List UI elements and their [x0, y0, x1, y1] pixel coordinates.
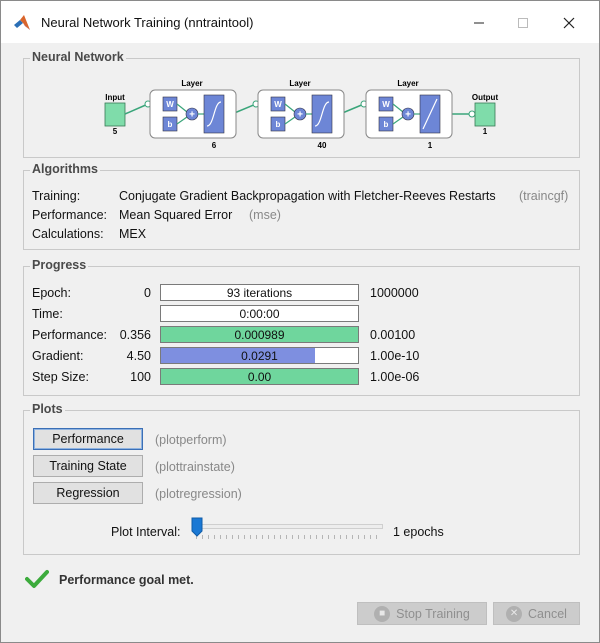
time-label: Time: [32, 307, 63, 321]
step-size-label: Step Size: [32, 370, 89, 384]
step-size-progress-bar: 0.00 [160, 368, 359, 385]
stop-icon: ■ [374, 605, 391, 622]
epoch-progress-bar: 93 iterations [160, 284, 359, 301]
training-label: Training: [32, 189, 81, 203]
gradient-bar-text: 0.0291 [241, 349, 278, 363]
epoch-label: Epoch: [32, 286, 71, 300]
plots-group-title: Plots [30, 402, 65, 416]
plot-interval-value: 1 epochs [393, 525, 444, 539]
epoch-end: 1000000 [370, 286, 419, 300]
plot-training-state-button[interactable]: Training State [33, 455, 143, 477]
minimize-icon [474, 22, 484, 24]
algorithms-group-title: Algorithms [30, 162, 100, 176]
layer-1-label: Layer [181, 79, 202, 88]
plot-interval-slider-track[interactable] [193, 524, 383, 529]
plot-regression-code: (plotregression) [155, 487, 242, 501]
input-label: Input [105, 93, 125, 102]
performance-value: Mean Squared Error [119, 208, 233, 222]
time-progress-bar: 0:00:00 [160, 305, 359, 322]
status-text: Performance goal met. [59, 573, 194, 587]
step-size-bar-text: 0.00 [247, 370, 272, 384]
minimize-button[interactable] [459, 9, 499, 37]
step-size-end: 1.00e-06 [370, 370, 420, 384]
layer-block-3: Layer W b + 1 [365, 79, 453, 150]
input-size: 5 [113, 127, 118, 136]
layer-2-bias-label: b [276, 120, 281, 129]
calculations-label: Calculations: [32, 227, 104, 241]
plot-performance-button[interactable]: Performance [33, 428, 143, 450]
gradient-label: Gradient: [32, 349, 84, 363]
input-block [104, 102, 126, 127]
plot-training-state-code: (plottrainstate) [155, 460, 235, 474]
layer-1-size: 6 [212, 141, 217, 150]
performance-bar-text: 0.000989 [234, 328, 285, 342]
svg-text:+: + [405, 110, 411, 121]
performance-code: (mse) [249, 208, 281, 222]
checkmark-path [25, 570, 49, 588]
gradient-end: 1.00e-10 [370, 349, 420, 363]
maximize-icon [518, 18, 528, 28]
layer-block-2: Layer W b + 40 [257, 79, 345, 150]
output-block [474, 102, 496, 127]
progress-group-title: Progress [30, 258, 89, 272]
close-button[interactable] [549, 9, 589, 37]
layer-2-size: 40 [318, 141, 327, 150]
performance-start: 0.356 [119, 328, 151, 342]
layer-2-label: Layer [289, 79, 310, 88]
gradient-progress-bar: 0.0291 [160, 347, 359, 364]
layer-2-weight-label: W [274, 100, 282, 109]
epoch-bar-text: 93 iterations [226, 286, 293, 300]
time-bar-text: 0:00:00 [239, 307, 280, 321]
layer-1-weight-label: W [166, 100, 174, 109]
layer-3-bias-label: b [384, 120, 389, 129]
performance-label: Performance: [32, 208, 108, 222]
performance-end: 0.00100 [370, 328, 416, 342]
plot-performance-code: (plotperform) [155, 433, 227, 447]
plot-interval-label: Plot Interval: [111, 525, 181, 539]
output-label: Output [472, 93, 499, 102]
layer-block-1: Layer W b + 6 [149, 79, 237, 150]
neural-network-group: Neural Network Input 5 Layer W b + 6 Lay… [23, 50, 580, 158]
svg-text:+: + [189, 110, 195, 121]
matlab-logo-icon [14, 15, 30, 30]
layer-1-bias-label: b [168, 120, 173, 129]
svg-text:+: + [297, 110, 303, 121]
cancel-label: Cancel [528, 606, 567, 621]
stop-training-button[interactable]: ■ Stop Training [357, 602, 487, 625]
performance-progress-label: Performance: [32, 328, 108, 342]
gradient-start: 4.50 [126, 349, 151, 363]
calculations-value: MEX [119, 227, 147, 241]
cancel-icon: ✕ [506, 605, 523, 622]
title-bar: Neural Network Training (nntraintool) [1, 1, 599, 43]
checkmark-icon [25, 570, 49, 588]
network-diagram: Input 5 Layer W b + 6 Layer W b + 40 Lay… [104, 79, 499, 150]
nntraintool-window: Neural Network Training (nntraintool) Ne… [0, 0, 600, 643]
maximize-button[interactable] [503, 9, 543, 37]
step-size-start: 100 [130, 370, 151, 384]
output-size: 1 [483, 127, 488, 136]
layer-3-label: Layer [397, 79, 418, 88]
training-code: (traincgf) [519, 189, 569, 203]
cancel-button[interactable]: ✕ Cancel [493, 602, 580, 625]
plot-regression-button[interactable]: Regression [33, 482, 143, 504]
layer-3-size: 1 [428, 141, 433, 150]
close-icon [563, 17, 575, 29]
window-title: Neural Network Training (nntraintool) [41, 15, 254, 30]
layer-3-weight-label: W [382, 100, 390, 109]
plot-interval-slider-ticks [196, 535, 382, 539]
stop-training-label: Stop Training [396, 606, 470, 621]
epoch-start: 0 [144, 286, 151, 300]
training-value: Conjugate Gradient Backpropagation with … [119, 189, 496, 203]
plot-interval-slider-thumb[interactable] [191, 517, 203, 537]
performance-progress-bar: 0.000989 [160, 326, 359, 343]
